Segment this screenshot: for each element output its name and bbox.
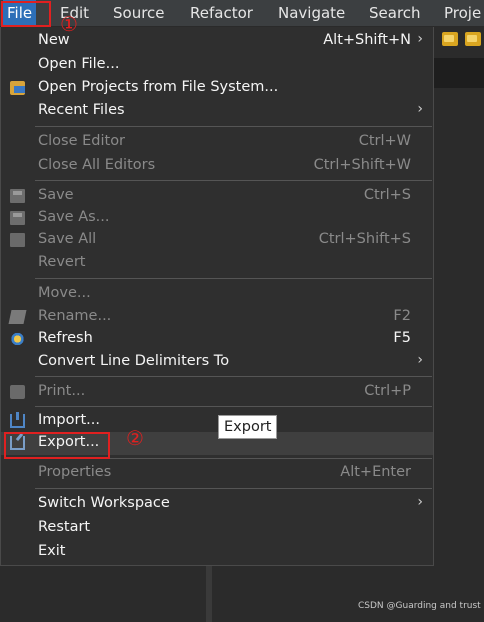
view-divider <box>206 566 212 622</box>
menu-item-shortcut: F5 <box>393 330 411 346</box>
menu-item-label: Close All Editors <box>38 157 156 173</box>
menu-item-switch-workspace[interactable]: Switch Workspace › <box>1 493 433 516</box>
menu-separator <box>35 488 432 489</box>
menu-item-shortcut: Alt+Shift+N <box>323 32 411 48</box>
menu-separator <box>35 278 432 279</box>
menu-item-restart[interactable]: Restart <box>1 517 433 540</box>
menu-item-label: Open File... <box>38 56 120 72</box>
menu-item-move[interactable]: Move... <box>1 283 433 306</box>
menu-item-shortcut: Ctrl+Shift+W <box>313 157 411 173</box>
menu-item-label: Move... <box>38 285 91 301</box>
menu-navigate[interactable]: Navigate <box>274 0 349 27</box>
menu-item-label: Print... <box>38 383 86 399</box>
open-projects-icon <box>10 81 25 95</box>
menu-item-close-all-editors[interactable]: Close All Editors Ctrl+Shift+W <box>1 155 433 178</box>
save-all-icon <box>10 233 25 247</box>
import-icon <box>10 412 25 428</box>
save-icon <box>10 189 25 203</box>
print-icon <box>10 385 25 399</box>
editor-area <box>434 58 484 88</box>
menu-separator <box>35 376 432 377</box>
menu-item-import[interactable]: Import... <box>1 410 433 433</box>
submenu-arrow-icon: › <box>417 352 423 368</box>
menu-item-label: Import... <box>38 412 100 428</box>
menu-item-open-file[interactable]: Open File... <box>1 54 433 77</box>
annotation-box-step2 <box>4 432 110 459</box>
annotation-box-step1 <box>1 1 51 27</box>
submenu-arrow-icon: › <box>417 101 423 117</box>
submenu-arrow-icon: › <box>417 31 423 47</box>
menu-item-label: Refresh <box>38 330 93 346</box>
menu-search[interactable]: Search <box>365 0 425 27</box>
watermark: CSDN @Guarding and trust <box>358 601 481 611</box>
export-tooltip: Export <box>218 415 278 439</box>
menu-item-refresh[interactable]: Refresh F5 <box>1 328 433 351</box>
menu-item-label: Restart <box>38 519 91 535</box>
menu-item-shortcut: Ctrl+P <box>364 383 411 399</box>
rename-icon <box>8 310 27 324</box>
menu-item-label: Convert Line Delimiters To <box>38 353 230 369</box>
menu-item-rename[interactable]: Rename... F2 <box>1 306 433 329</box>
menu-item-shortcut: Ctrl+W <box>358 133 411 149</box>
menu-item-shortcut: Ctrl+S <box>363 187 411 203</box>
menu-item-recent-files[interactable]: Recent Files › <box>1 100 433 123</box>
file-menu: New Alt+Shift+N › Open File... Open Proj… <box>0 27 434 566</box>
menu-project[interactable]: Proje <box>440 0 484 27</box>
menu-item-label: Close Editor <box>38 133 126 149</box>
open-folder-icon[interactable] <box>465 32 481 46</box>
menu-source[interactable]: Source <box>109 0 169 27</box>
menu-item-label: Open Projects from File System... <box>38 79 279 95</box>
refresh-icon <box>10 332 25 346</box>
menu-item-close-editor[interactable]: Close Editor Ctrl+W <box>1 131 433 154</box>
menu-item-open-projects[interactable]: Open Projects from File System... <box>1 77 433 100</box>
menu-separator <box>35 180 432 181</box>
menu-item-properties[interactable]: Properties Alt+Enter <box>1 462 433 485</box>
menu-item-shortcut: Alt+Enter <box>340 464 411 480</box>
menu-item-shortcut: F2 <box>393 308 411 324</box>
menu-item-save-all[interactable]: Save All Ctrl+Shift+S <box>1 229 433 252</box>
menu-item-label: Switch Workspace <box>38 495 170 511</box>
menu-item-label: Revert <box>38 254 86 270</box>
menu-item-label: Exit <box>38 543 66 559</box>
menu-refactor[interactable]: Refactor <box>186 0 257 27</box>
open-folder-icon[interactable] <box>442 32 458 46</box>
menu-item-print[interactable]: Print... Ctrl+P <box>1 381 433 404</box>
menu-item-label: Properties <box>38 464 112 480</box>
menu-separator <box>35 126 432 127</box>
menu-item-shortcut: Ctrl+Shift+S <box>318 231 411 247</box>
menu-item-revert[interactable]: Revert <box>1 252 433 275</box>
menu-item-label: Rename... <box>38 308 112 324</box>
menu-item-save[interactable]: Save Ctrl+S <box>1 185 433 208</box>
menu-separator <box>35 406 432 407</box>
submenu-arrow-icon: › <box>417 494 423 510</box>
menu-item-label: Save All <box>38 231 97 247</box>
menu-item-exit[interactable]: Exit <box>1 541 433 564</box>
menu-item-label: Save As... <box>38 209 110 225</box>
annotation-step1: ① <box>60 12 78 36</box>
menu-item-label: Recent Files <box>38 102 125 118</box>
menu-item-convert-line-delimiters[interactable]: Convert Line Delimiters To › <box>1 351 433 374</box>
menu-item-label: Save <box>38 187 74 203</box>
menu-item-save-as[interactable]: Save As... <box>1 207 433 230</box>
save-as-icon <box>10 211 25 225</box>
annotation-step2: ② <box>126 426 144 450</box>
